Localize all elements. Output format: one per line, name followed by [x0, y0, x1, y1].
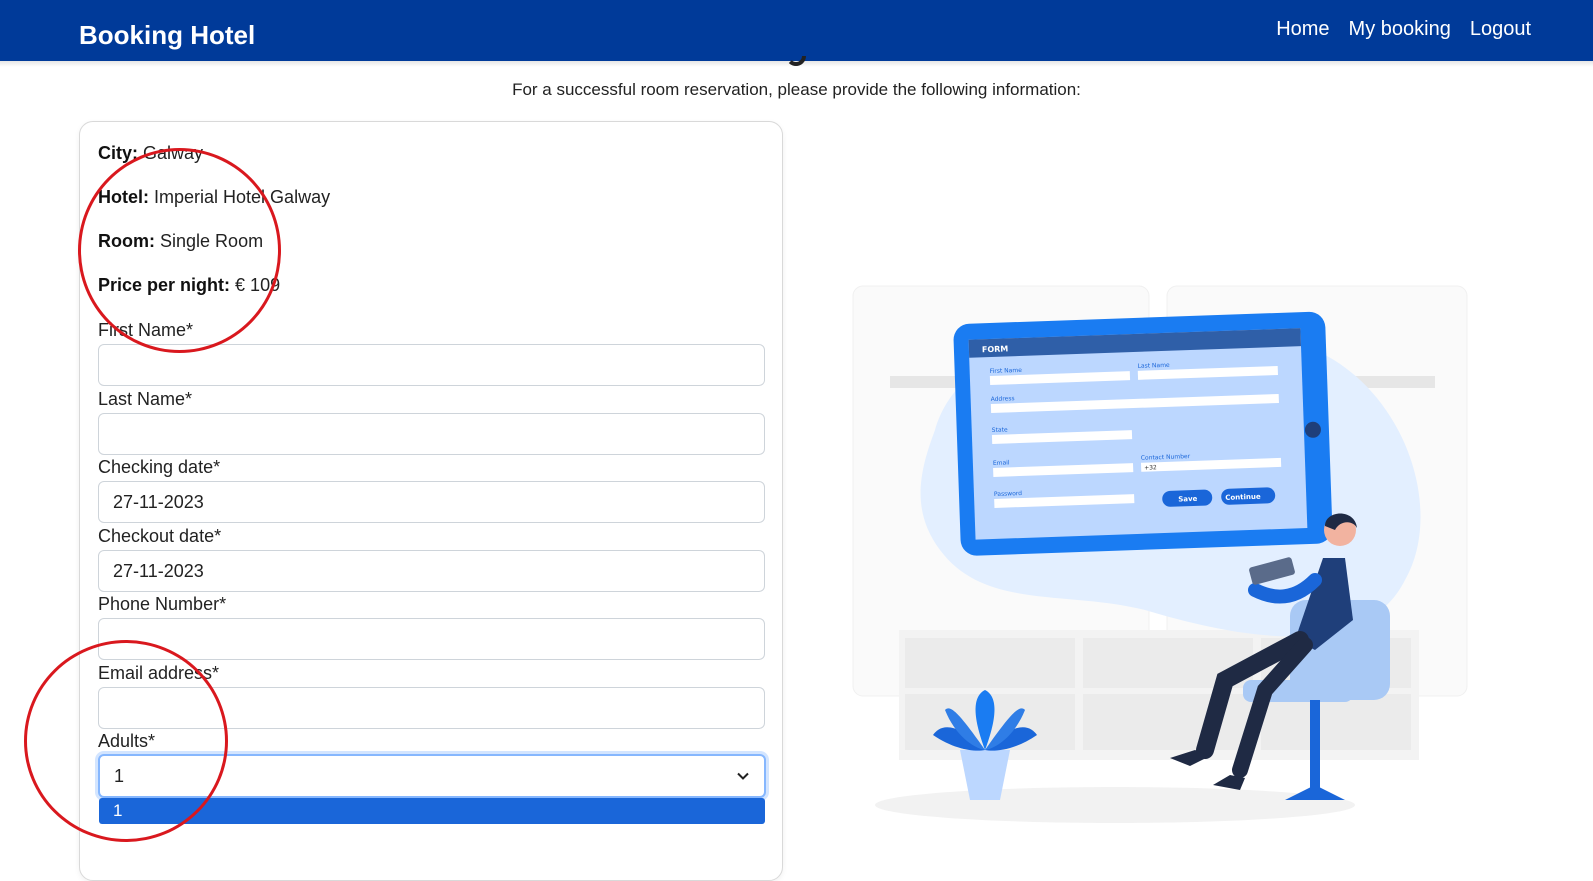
- summary-room-value: Single Room: [160, 231, 264, 251]
- phone-input[interactable]: [98, 618, 765, 660]
- nav-link-logout[interactable]: Logout: [1470, 18, 1531, 41]
- booking-form-card: City: Galway Hotel: Imperial Hotel Galwa…: [79, 121, 783, 881]
- illus-email-label: Email: [993, 459, 1010, 467]
- illus-last-name-label: Last Name: [1137, 362, 1170, 370]
- illus-first-name-label: First Name: [990, 367, 1023, 375]
- summary-price-label: Price per night:: [98, 275, 231, 295]
- checkout-date-label: Checkout date*: [98, 526, 222, 546]
- illus-continue-button: Continue: [1225, 493, 1261, 502]
- illus-save-button: Save: [1178, 495, 1198, 504]
- nav-link-home[interactable]: Home: [1276, 18, 1329, 41]
- illus-address-label: Address: [991, 395, 1015, 403]
- summary-hotel: Hotel: Imperial Hotel Galway: [98, 187, 330, 208]
- illus-password-label: Password: [994, 490, 1022, 498]
- first-name-label: First Name*: [98, 320, 194, 340]
- summary-hotel-label: Hotel:: [98, 187, 149, 207]
- last-name-input[interactable]: [98, 413, 765, 455]
- phone-label: Phone Number*: [98, 594, 227, 614]
- nav-link-my-booking[interactable]: My booking: [1349, 18, 1451, 41]
- brand-logo[interactable]: Booking Hotel: [79, 20, 255, 51]
- last-name-label: Last Name*: [98, 389, 193, 409]
- intro-text: For a successful room reservation, pleas…: [512, 80, 1081, 99]
- adults-select-value: 1: [114, 766, 125, 786]
- email-label: Email address*: [98, 663, 220, 683]
- illus-state-label: State: [992, 426, 1008, 434]
- summary-room: Room: Single Room: [98, 231, 263, 252]
- chevron-down-icon: [737, 772, 749, 780]
- email-input[interactable]: [98, 687, 765, 729]
- navbar: Booking Hotel Home My booking Logout: [0, 0, 1593, 61]
- first-name-input[interactable]: [98, 344, 765, 386]
- nav-links: Home My booking Logout: [1276, 18, 1531, 41]
- booking-illustration: FORM First Name Last Name Address State …: [852, 285, 1468, 823]
- summary-city-value: Galway: [143, 143, 204, 163]
- checkout-date-input[interactable]: 27-11-2023: [98, 550, 765, 592]
- summary-price-value: € 109: [235, 275, 281, 295]
- summary-hotel-value: Imperial Hotel Galway: [154, 187, 331, 207]
- summary-city-label: City:: [98, 143, 138, 163]
- summary-room-label: Room:: [98, 231, 155, 251]
- summary-price: Price per night: € 109: [98, 275, 280, 296]
- adults-label: Adults*: [98, 731, 156, 751]
- illus-form-title: FORM: [982, 344, 1009, 354]
- summary-city: City: Galway: [98, 143, 203, 164]
- checkin-date-input[interactable]: 27-11-2023: [98, 481, 765, 523]
- checkin-date-label: Checking date*: [98, 457, 221, 477]
- adults-select[interactable]: 1: [98, 754, 766, 798]
- adults-option-1[interactable]: 1: [99, 798, 765, 824]
- illus-prefix: +32: [1144, 464, 1157, 471]
